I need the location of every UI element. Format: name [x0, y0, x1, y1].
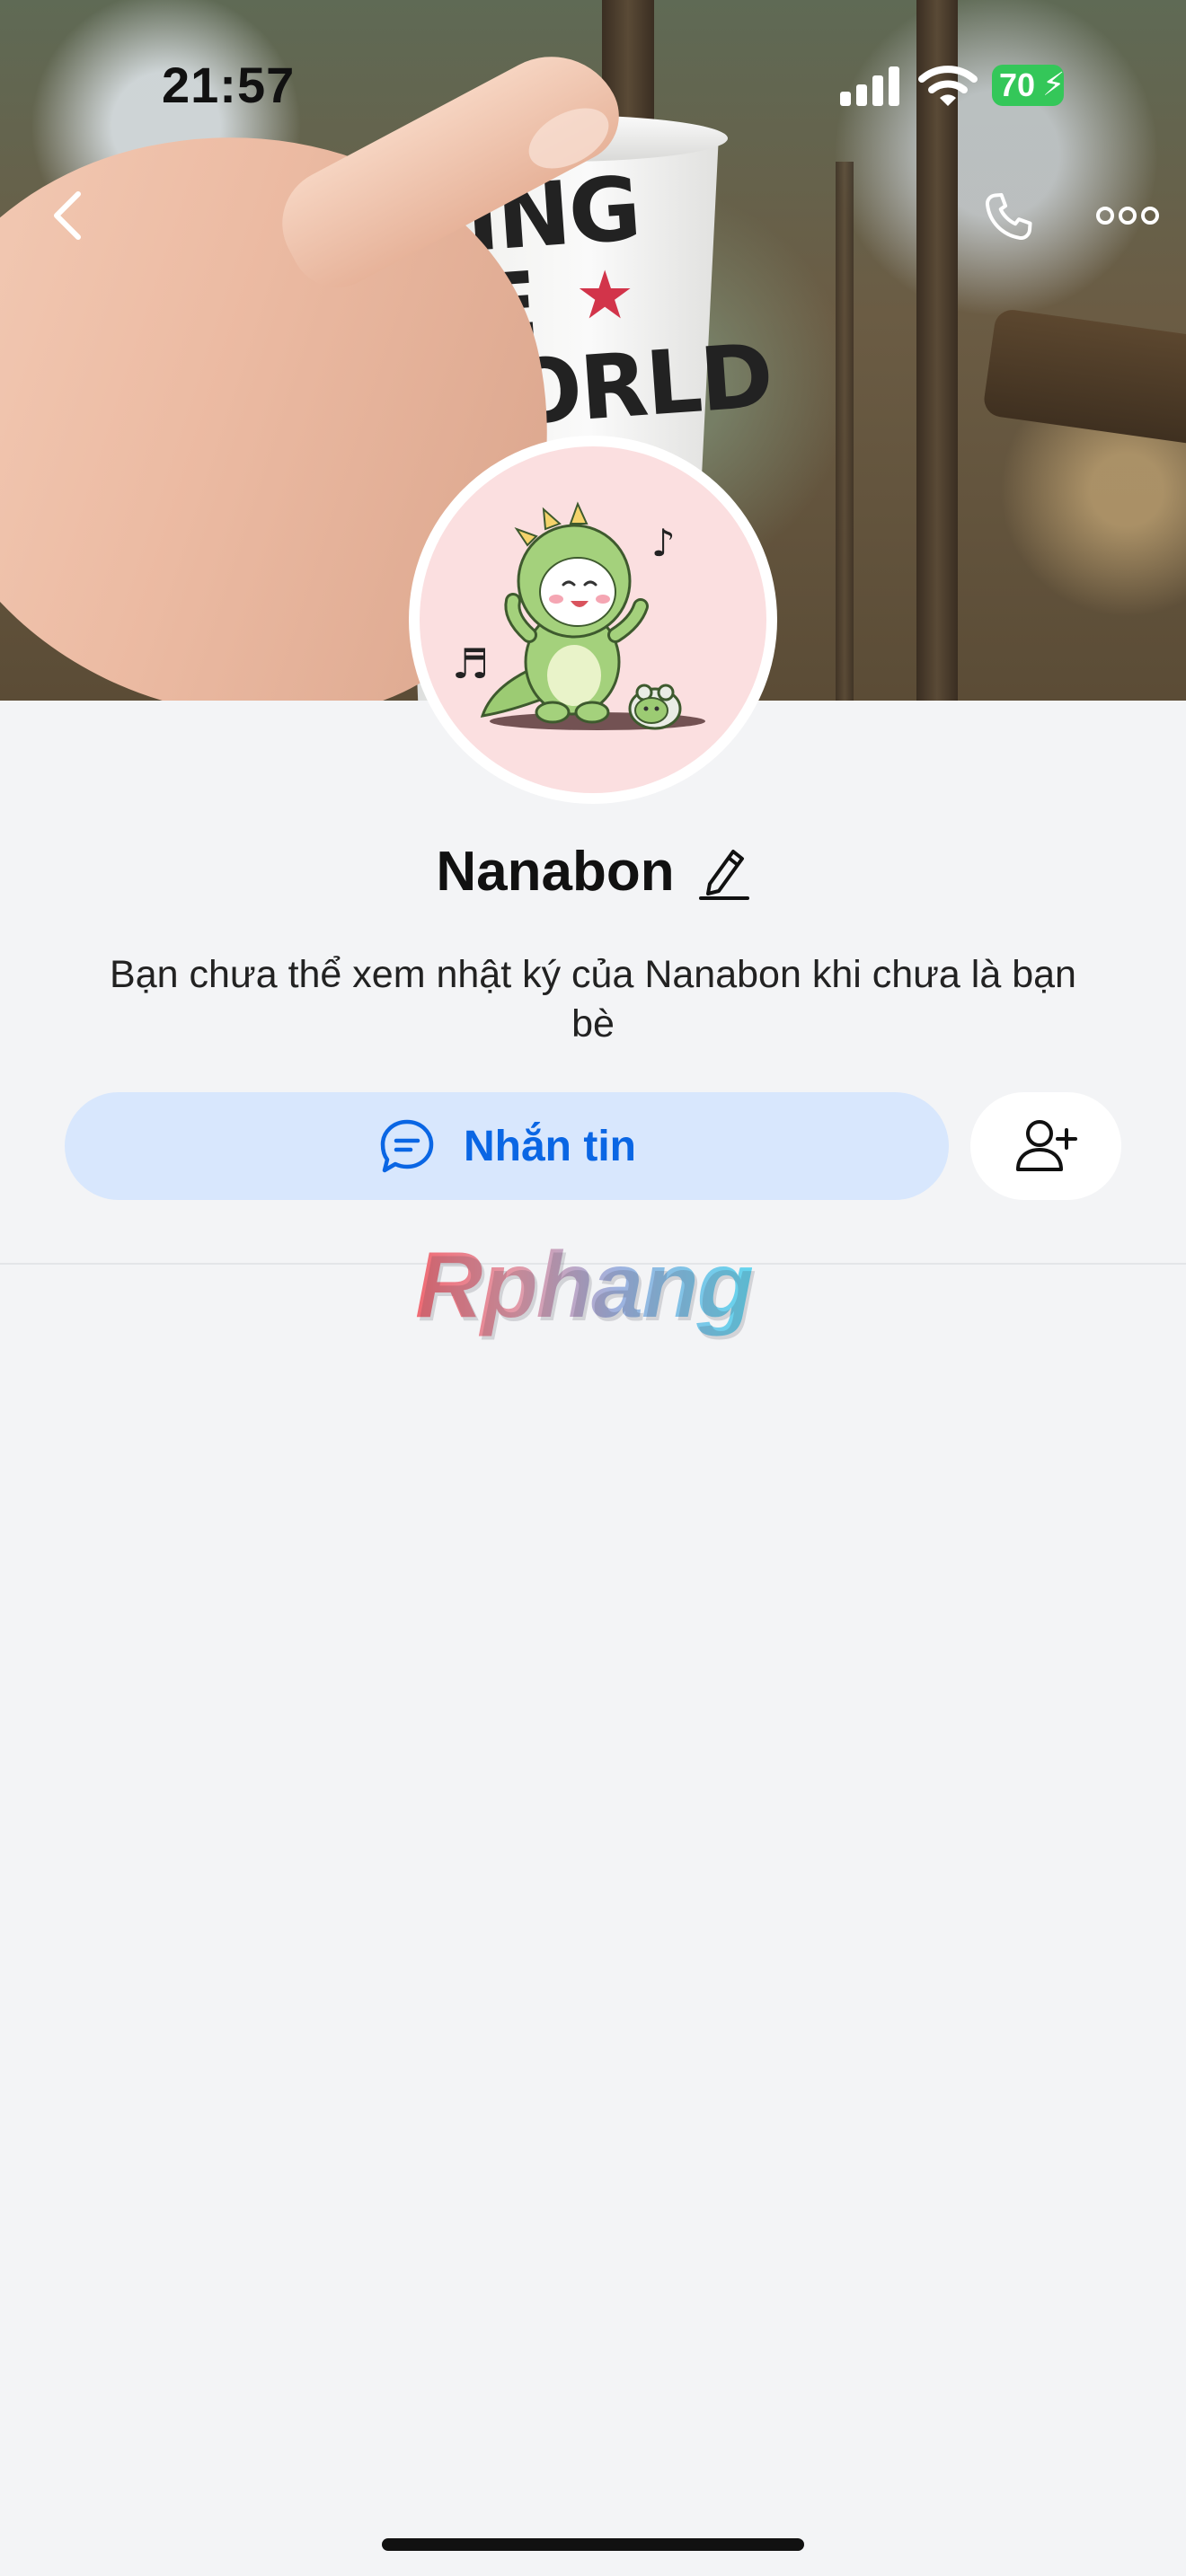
privacy-note: Bạn chưa thể xem nhật ký của Nanabon khi…	[110, 953, 1076, 1045]
message-button-label: Nhắn tin	[464, 1122, 636, 1170]
dinosaur-cat-illustration: ♬ ♪	[452, 501, 705, 730]
more-horizontal-icon	[1096, 207, 1159, 225]
status-bar: 21:57 70 ⚡	[0, 0, 1186, 171]
watermark-logo: Rphang	[415, 1233, 754, 1337]
avatar-image: ♬ ♪	[420, 446, 766, 793]
signal-icon	[840, 65, 903, 106]
charging-bolt-icon: ⚡	[1042, 66, 1066, 103]
profile-name-row: Nanabon	[0, 840, 1186, 904]
edit-name-button[interactable]	[698, 843, 750, 901]
profile-name: Nanabon	[436, 841, 675, 903]
home-indicator[interactable]	[382, 2538, 804, 2551]
cover-tree-trunk	[836, 162, 854, 701]
status-time: 21:57	[162, 57, 296, 113]
call-button[interactable]	[970, 180, 1046, 255]
svg-text:♬: ♬	[452, 640, 489, 688]
more-options-button[interactable]	[1087, 189, 1168, 243]
back-button[interactable]	[27, 180, 108, 251]
phone-icon	[985, 192, 1032, 241]
chat-bubble-icon	[380, 1119, 434, 1173]
cover-cup-star: ★	[575, 257, 635, 334]
pencil-icon	[698, 849, 749, 900]
cover-hut-roof-right	[981, 307, 1186, 447]
svg-text:♪: ♪	[651, 521, 676, 565]
wifi-icon	[918, 66, 978, 106]
add-user-icon	[1016, 1120, 1077, 1171]
add-friend-button[interactable]	[970, 1092, 1121, 1200]
message-button[interactable]: Nhắn tin	[65, 1092, 949, 1200]
battery-level: 70	[999, 66, 1036, 103]
chevron-left-icon	[54, 191, 81, 240]
avatar[interactable]: ♬ ♪	[409, 436, 777, 804]
